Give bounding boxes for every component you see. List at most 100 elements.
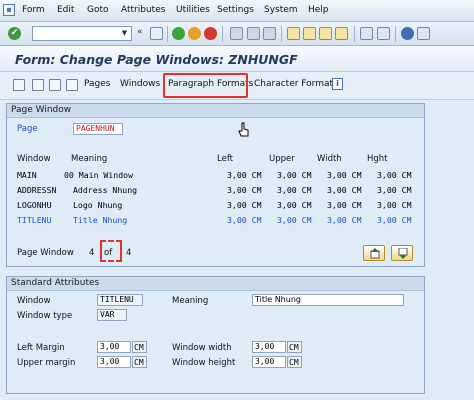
column-header-width[interactable]: Width xyxy=(317,154,342,164)
menu-edit[interactable]: Edit xyxy=(57,5,74,15)
column-header-height[interactable]: Hght xyxy=(367,154,388,164)
column-header-upper[interactable]: Upper xyxy=(269,154,295,164)
column-header-meaning[interactable]: Meaning xyxy=(71,154,107,164)
info-icon[interactable]: i xyxy=(332,78,343,90)
row-left[interactable]: 3,00 CM xyxy=(227,185,262,195)
back-icon[interactable] xyxy=(172,27,185,40)
page-label: Page xyxy=(17,124,38,134)
row-window[interactable]: MAIN xyxy=(17,170,37,180)
row-window[interactable]: LOGONHU xyxy=(17,200,52,210)
menu-system[interactable]: System xyxy=(264,5,298,15)
header-icon[interactable] xyxy=(32,79,44,91)
row-left[interactable]: 3,00 CM xyxy=(227,200,262,210)
page-window-group: Page Window Page PAGENHUN Window Meaning… xyxy=(6,103,425,267)
window-field[interactable]: TITLENU xyxy=(97,294,143,306)
row-upper[interactable]: 3,00 CM xyxy=(277,170,312,180)
menu-attributes[interactable]: Attributes xyxy=(121,5,165,15)
row-width[interactable]: 3,00 CM xyxy=(327,185,362,195)
upper-margin-unit[interactable]: CM xyxy=(132,356,147,368)
row-height[interactable]: 3,00 CM xyxy=(377,185,412,195)
dropdown-arrow-icon[interactable]: ▼ xyxy=(119,28,130,39)
window-type-field[interactable]: VAR xyxy=(97,309,127,321)
window-label: Window xyxy=(17,296,51,306)
save-icon[interactable] xyxy=(150,27,163,40)
row-meaning[interactable]: Logo Nhung xyxy=(73,200,122,210)
row-width[interactable]: 3,00 CM xyxy=(327,200,362,210)
standard-attributes-group: Standard Attributes Window TITLENU Meani… xyxy=(6,276,425,394)
next-page-icon[interactable] xyxy=(319,27,332,40)
left-margin-unit[interactable]: CM xyxy=(132,341,147,353)
row-meaning[interactable]: 00 Main Window xyxy=(64,170,133,180)
window-height-label: Window height xyxy=(172,358,236,368)
enter-icon[interactable]: ✔ xyxy=(8,27,21,40)
page-field[interactable]: PAGENHUN xyxy=(73,123,123,135)
edit-icon[interactable] xyxy=(49,79,61,91)
row-meaning-selected[interactable]: Title Nhung xyxy=(73,215,127,225)
left-margin-field[interactable]: 3,00 xyxy=(97,341,131,353)
customize-layout-icon[interactable] xyxy=(417,27,430,40)
separator xyxy=(281,26,282,42)
row-left[interactable]: 3,00 CM xyxy=(227,170,262,180)
character-formats-button[interactable]: Character Formats xyxy=(254,79,338,89)
row-upper[interactable]: 3,00 CM xyxy=(277,185,312,195)
row-width-selected[interactable]: 3,00 CM xyxy=(327,215,362,225)
pages-button[interactable]: Pages xyxy=(84,79,110,89)
menu-settings[interactable]: Settings xyxy=(217,5,254,15)
page-title: Form: Change Page Windows: ZNHUNGF xyxy=(15,52,298,67)
check-icon[interactable] xyxy=(66,79,78,91)
menu-bar: Form Edit Goto Attributes Utilities Sett… xyxy=(0,0,474,22)
row-width[interactable]: 3,00 CM xyxy=(327,170,362,180)
row-left-selected[interactable]: 3,00 CM xyxy=(227,215,262,225)
row-window[interactable]: ADDRESSN xyxy=(17,185,56,195)
separator xyxy=(167,26,168,42)
window-width-field[interactable]: 3,00 xyxy=(252,341,286,353)
system-toolbar: ✔ ▼ « xyxy=(0,22,474,46)
new-session-icon[interactable] xyxy=(360,27,373,40)
pager-total: 4 xyxy=(126,248,132,258)
page-window-group-title: Page Window xyxy=(7,104,424,118)
upper-margin-field[interactable]: 3,00 xyxy=(97,356,131,368)
shortcut-icon[interactable] xyxy=(377,27,390,40)
menu-utilities[interactable]: Utilities xyxy=(176,5,210,15)
row-upper-selected[interactable]: 3,00 CM xyxy=(277,215,312,225)
separator xyxy=(222,26,223,42)
row-upper[interactable]: 3,00 CM xyxy=(277,200,312,210)
highlight-annotation xyxy=(163,73,248,98)
row-window-selected[interactable]: TITLENU xyxy=(17,215,52,225)
find-next-icon[interactable] xyxy=(263,27,276,40)
collapse-icon[interactable]: « xyxy=(137,27,143,37)
find-icon[interactable] xyxy=(247,27,260,40)
display-change-icon[interactable] xyxy=(13,79,25,91)
pager-label: Page Window xyxy=(17,248,74,258)
row-height[interactable]: 3,00 CM xyxy=(377,170,412,180)
last-page-icon[interactable] xyxy=(335,27,348,40)
upper-margin-label: Upper margin xyxy=(17,358,76,368)
window-width-unit[interactable]: CM xyxy=(287,341,302,353)
previous-window-button[interactable] xyxy=(363,245,385,261)
page-down-icon xyxy=(398,248,408,259)
column-header-left[interactable]: Left xyxy=(217,154,233,164)
menu-form[interactable]: Form xyxy=(22,5,45,15)
meaning-field[interactable]: Title Nhung xyxy=(252,294,404,306)
windows-button[interactable]: Windows xyxy=(120,79,160,89)
exit-icon[interactable] xyxy=(188,27,201,40)
command-field[interactable]: ▼ xyxy=(32,26,132,41)
window-height-unit[interactable]: CM xyxy=(287,356,302,368)
window-height-field[interactable]: 3,00 xyxy=(252,356,286,368)
help-icon[interactable] xyxy=(401,27,414,40)
column-header-window[interactable]: Window xyxy=(17,154,51,164)
row-height[interactable]: 3,00 CM xyxy=(377,200,412,210)
separator xyxy=(395,26,396,42)
pager-of: of xyxy=(104,248,113,258)
first-page-icon[interactable] xyxy=(287,27,300,40)
row-meaning[interactable]: Address Nhung xyxy=(73,185,137,195)
pager-current: 4 xyxy=(89,248,95,258)
sap-menu-icon[interactable] xyxy=(3,4,15,16)
row-height-selected[interactable]: 3,00 CM xyxy=(377,215,412,225)
menu-help[interactable]: Help xyxy=(308,5,329,15)
cancel-icon[interactable] xyxy=(204,27,217,40)
menu-goto[interactable]: Goto xyxy=(87,5,109,15)
previous-page-icon[interactable] xyxy=(303,27,316,40)
print-icon[interactable] xyxy=(230,27,243,40)
next-window-button[interactable] xyxy=(391,245,413,261)
